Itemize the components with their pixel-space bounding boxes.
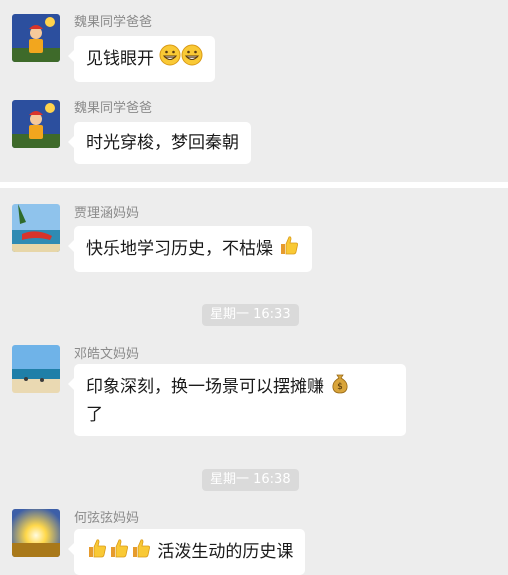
grinning-icon: [159, 44, 181, 74]
grinning-icon: [181, 44, 203, 74]
money-bag-icon: $: [329, 372, 351, 402]
message-text: 快乐地学习历史，不枯燥: [86, 239, 273, 259]
chat-panel-top: 魏果同学爸爸 见钱眼开 魏果同学爸爸 时光穿梭，梦回秦朝: [0, 0, 508, 182]
message-bubble[interactable]: 见钱眼开: [67, 36, 216, 82]
chat-panel-bottom: 贾理涵妈妈 快乐地学习历史，不枯燥 星期一 16:33 邓皓文妈妈 印象深刻，换…: [0, 188, 508, 575]
avatar[interactable]: [12, 204, 60, 252]
thumbs-up-icon: [130, 537, 152, 567]
sender-name: 魏果同学爸爸: [74, 101, 153, 116]
sender-name: 邓皓文妈妈: [74, 347, 140, 362]
timestamp: 星期一 16:33: [202, 304, 299, 326]
thumbs-up-icon: [86, 537, 108, 567]
message-bubble[interactable]: 活泼生动的历史课: [67, 529, 306, 575]
avatar[interactable]: [12, 509, 60, 557]
sender-name: 何弦弦妈妈: [74, 511, 140, 526]
message-text: 了: [86, 405, 103, 425]
thumbs-up-icon: [278, 234, 300, 264]
message-text: 印象深刻，换一场景可以摆摊赚: [86, 377, 324, 397]
message-bubble[interactable]: 时光穿梭，梦回秦朝: [68, 122, 251, 164]
avatar[interactable]: [12, 14, 60, 62]
message-text: 时光穿梭，梦回秦朝: [86, 133, 239, 153]
sender-name: 魏果同学爸爸: [74, 15, 153, 30]
avatar[interactable]: [12, 100, 60, 148]
message-bubble[interactable]: 印象深刻，换一场景可以摆摊赚 $ 了: [68, 364, 406, 436]
thumbs-up-icon: [108, 537, 130, 567]
avatar[interactable]: [12, 345, 60, 393]
timestamp: 星期一 16:38: [202, 469, 299, 491]
message-bubble[interactable]: 快乐地学习历史，不枯燥: [67, 226, 313, 272]
message-text: 见钱眼开: [86, 49, 154, 69]
message-text: 活泼生动的历史课: [157, 542, 294, 562]
svg-text:$: $: [338, 382, 344, 392]
sender-name: 贾理涵妈妈: [74, 206, 140, 221]
